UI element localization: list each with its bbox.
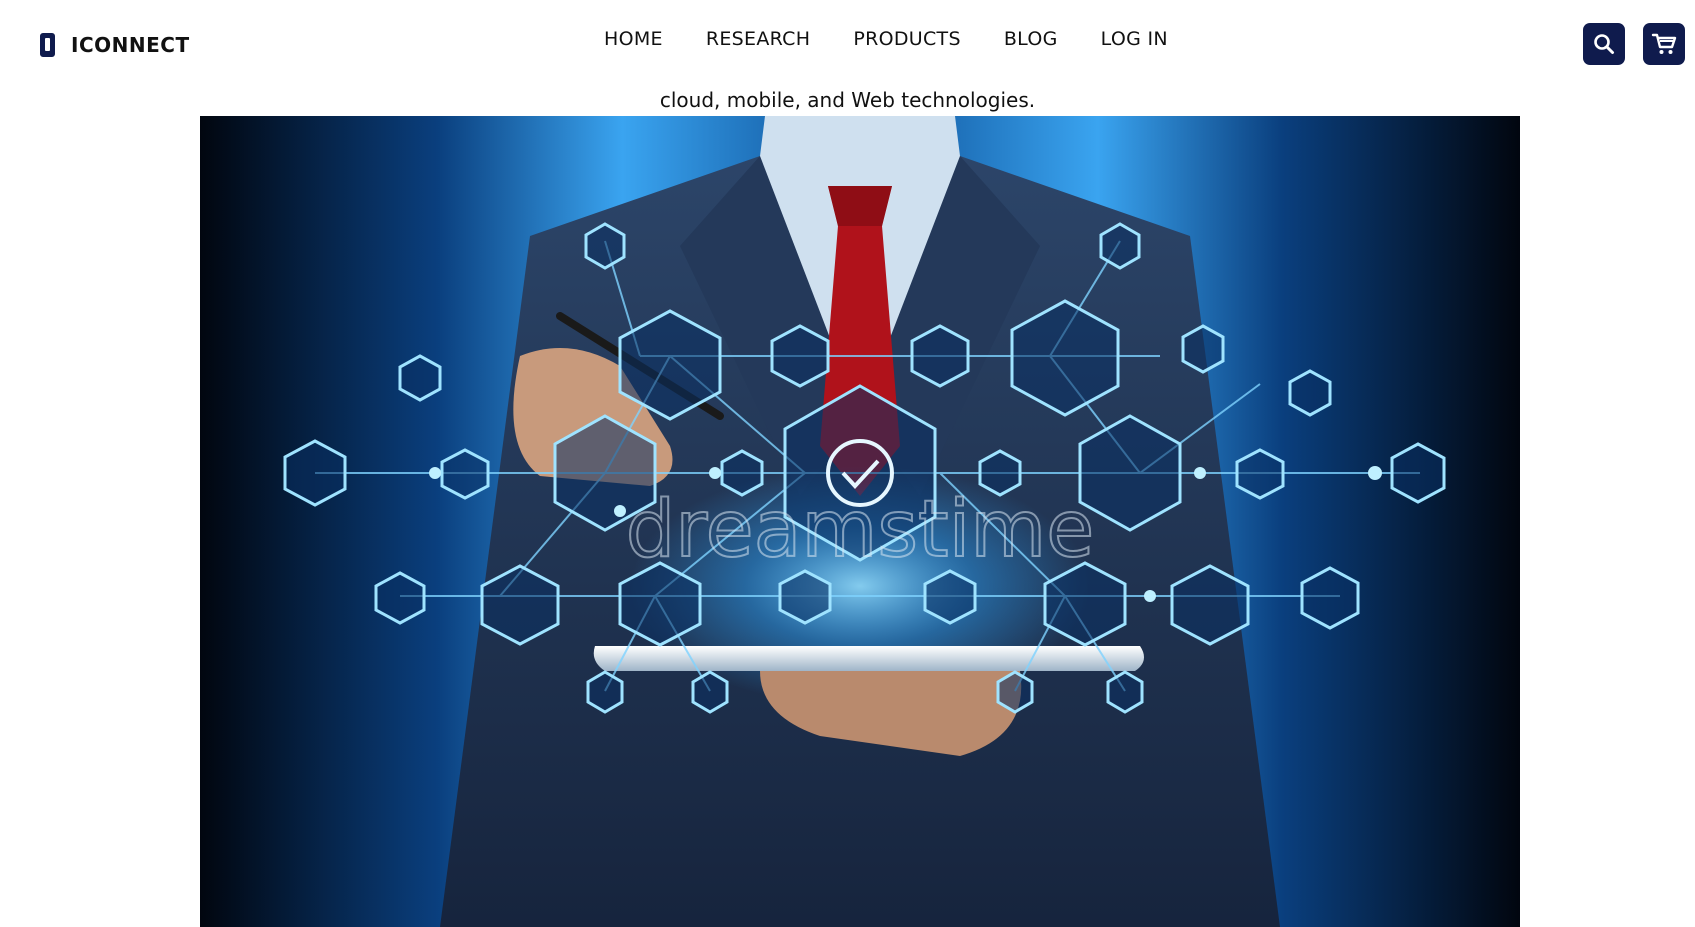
brand-logo[interactable]: ICONNECT	[40, 30, 190, 60]
nav-item-home[interactable]: HOME	[604, 28, 663, 50]
nav-item-login[interactable]: LOG IN	[1101, 28, 1168, 50]
top-navigation-bar: ICONNECT HOME RESEARCH PRODUCTS BLOG LOG…	[0, 0, 1695, 88]
nav-item-research[interactable]: RESEARCH	[706, 28, 810, 50]
main-nav: HOME RESEARCH PRODUCTS BLOG LOG IN	[604, 28, 1168, 50]
search-button[interactable]	[1583, 23, 1625, 65]
search-icon	[1594, 34, 1614, 54]
watermark-text: dreamstime	[626, 485, 1095, 575]
intro-text: cloud, mobile, and Web technologies.	[659, 88, 1036, 112]
brand-name: ICONNECT	[71, 33, 190, 57]
cart-button[interactable]	[1643, 23, 1685, 65]
business-network-illustration: dreamstime	[200, 116, 1520, 927]
hero-image: dreamstime	[200, 116, 1520, 927]
phone-icon	[40, 33, 55, 57]
nav-item-products[interactable]: PRODUCTS	[853, 28, 960, 50]
cart-icon	[1651, 33, 1677, 54]
nav-item-blog[interactable]: BLOG	[1004, 28, 1058, 50]
